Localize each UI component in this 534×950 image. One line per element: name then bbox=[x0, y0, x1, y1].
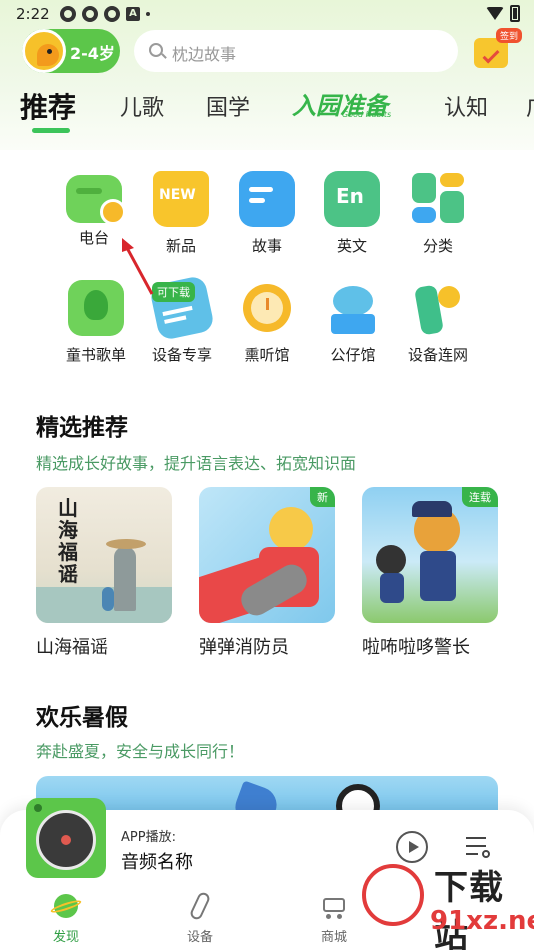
card-cover: 新 bbox=[199, 487, 335, 623]
status-time: 2:22 bbox=[16, 5, 50, 23]
tab-cognition[interactable]: 认知 bbox=[444, 90, 488, 122]
vinyl-record-icon bbox=[36, 810, 96, 870]
alarm-clock-icon bbox=[239, 280, 295, 336]
content-card[interactable]: 山海福谣 山海福谣 bbox=[36, 487, 172, 659]
notification-a-icon: A bbox=[126, 7, 140, 21]
age-label: 2-4岁 bbox=[70, 44, 115, 63]
radio-icon bbox=[66, 175, 126, 225]
site-watermark: 下载站 91xz.net bbox=[362, 858, 534, 950]
featured-title: 精选推荐 bbox=[36, 415, 128, 441]
nav-discover[interactable]: 发现 bbox=[36, 892, 96, 945]
category-label: 童书歌单 bbox=[65, 346, 126, 364]
playlist-line bbox=[466, 837, 486, 839]
checkin-button[interactable]: 签到 bbox=[474, 28, 523, 70]
nav-device[interactable]: 设备 bbox=[170, 890, 230, 945]
category-label: 设备连网 bbox=[407, 346, 468, 364]
chick-icon bbox=[37, 44, 59, 66]
tab-songs[interactable]: 儿歌 bbox=[120, 90, 164, 122]
watermark-logo-icon bbox=[362, 864, 424, 926]
search-icon bbox=[149, 43, 163, 57]
category-label: 设备专享 bbox=[151, 346, 212, 364]
avatar bbox=[22, 29, 66, 73]
nav-label: 商城 bbox=[320, 930, 347, 945]
category-alarm-hall[interactable]: 熏听馆 bbox=[227, 280, 307, 365]
category-doll-hall[interactable]: 公仔馆 bbox=[313, 280, 393, 365]
playlist-line bbox=[466, 853, 478, 855]
download-badge: 可下载 bbox=[152, 282, 195, 302]
category-label: 英文 bbox=[336, 237, 367, 255]
cover-calligraphy: 山海福谣 bbox=[58, 496, 78, 586]
card-title: 啦咘啦哆警长 bbox=[362, 637, 470, 658]
new-icon: NEW bbox=[153, 171, 209, 227]
search-placeholder: 枕边故事 bbox=[172, 45, 237, 64]
checkin-badge: 签到 bbox=[496, 28, 523, 43]
new-badge: 新 bbox=[310, 487, 335, 507]
battery-icon bbox=[510, 5, 520, 22]
notification-icon bbox=[82, 6, 98, 22]
notification-icon bbox=[104, 6, 120, 22]
tab-special-subtitle: Good Habits bbox=[342, 110, 392, 119]
category-tabs: 推荐 儿歌 国学 入园准备 认知 广 bbox=[0, 84, 534, 134]
book-playlist-icon bbox=[68, 280, 124, 336]
tab-more[interactable]: 广 bbox=[526, 90, 534, 122]
planet-icon bbox=[49, 892, 83, 920]
category-story[interactable]: 故事 bbox=[227, 171, 307, 256]
card-cover: 连载 bbox=[362, 487, 498, 623]
playlist-line bbox=[466, 845, 486, 847]
nav-label: 设备 bbox=[186, 930, 213, 945]
content-card[interactable]: 新 弹弹消防员 bbox=[199, 487, 335, 659]
watermark-url: 91xz.net bbox=[430, 906, 534, 936]
category-label: 故事 bbox=[251, 237, 282, 255]
playlist-icon bbox=[482, 850, 490, 858]
serial-badge: 连载 bbox=[462, 487, 498, 507]
notification-icon bbox=[60, 6, 76, 22]
card-cover: 山海福谣 bbox=[36, 487, 172, 623]
featured-subtitle: 精选成长好故事，提升语言表达、拓宽知识面 bbox=[36, 454, 357, 473]
card-title: 山海福谣 bbox=[36, 637, 108, 658]
age-selector[interactable]: 2-4岁 bbox=[22, 29, 120, 73]
card-title: 弹弹消防员 bbox=[199, 637, 289, 658]
summer-title: 欢乐暑假 bbox=[36, 705, 128, 731]
tab-recommend[interactable]: 推荐 bbox=[20, 86, 76, 126]
device-wifi-icon bbox=[410, 280, 466, 336]
annotation-arrow-icon bbox=[122, 238, 154, 295]
status-notification-icons: A bbox=[60, 6, 150, 22]
content-card[interactable]: 连载 啦咘啦哆警长 bbox=[362, 487, 498, 659]
category-icon bbox=[410, 171, 466, 227]
english-icon: En bbox=[324, 171, 380, 227]
category-english[interactable]: En 英文 bbox=[312, 171, 392, 256]
player-source-label: APP播放: bbox=[121, 830, 176, 845]
cover-dot bbox=[34, 804, 42, 812]
playlist-button[interactable] bbox=[466, 834, 492, 860]
search-input[interactable]: 枕边故事 bbox=[134, 30, 458, 72]
more-notifications-dot bbox=[146, 12, 150, 16]
story-icon bbox=[239, 171, 295, 227]
device-icon bbox=[186, 890, 214, 922]
watermark-title: 下载站 bbox=[434, 868, 504, 950]
category-label: 分类 bbox=[422, 237, 453, 255]
nav-label: 发现 bbox=[52, 930, 79, 945]
category-label: 熏听馆 bbox=[244, 346, 290, 364]
wifi-icon bbox=[486, 7, 504, 20]
tab-classics[interactable]: 国学 bbox=[206, 90, 250, 122]
summer-subtitle: 奔赴盛夏，安全与成长同行！ bbox=[36, 742, 245, 761]
category-device-network[interactable]: 设备连网 bbox=[398, 280, 478, 365]
doll-icon bbox=[325, 280, 381, 336]
chick-eye bbox=[47, 49, 52, 54]
category-classify[interactable]: 分类 bbox=[398, 171, 478, 256]
status-system-icons bbox=[486, 5, 520, 22]
category-label: 公仔馆 bbox=[330, 346, 376, 364]
nav-shop[interactable]: 商城 bbox=[304, 892, 364, 945]
check-mark bbox=[482, 46, 500, 64]
shop-cart-icon bbox=[320, 892, 348, 920]
active-tab-indicator bbox=[32, 128, 70, 133]
player-cover[interactable] bbox=[26, 798, 106, 878]
player-track-name: 音频名称 bbox=[121, 852, 193, 873]
status-bar: 2:22 A bbox=[0, 0, 534, 28]
